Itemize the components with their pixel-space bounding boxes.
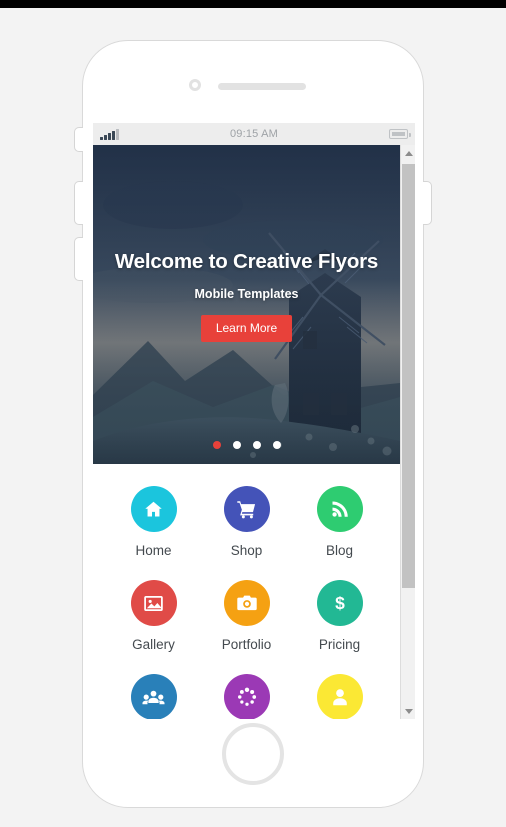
grid-item-portfolio[interactable]: Portfolio [200,580,293,652]
carousel-dot-1[interactable] [212,441,221,449]
grid-item-home[interactable]: Home [107,486,200,558]
grid-item-user[interactable] [293,674,386,719]
power-button[interactable] [423,181,432,225]
grid-item-spinner[interactable] [200,674,293,719]
volume-down-button[interactable] [74,237,83,281]
carousel-dots [93,441,400,449]
grid-label-gallery: Gallery [132,637,175,652]
grid-label-blog: Blog [325,543,354,558]
hero-carousel[interactable]: Welcome to Creative Flyors Mobile Templa… [93,145,400,464]
grid-label-shop: Shop [230,543,263,558]
grid-item-gallery[interactable]: Gallery [107,580,200,652]
phone-device-frame: 09:15 AM Welcome to Creative Flyors Mobi… [74,40,432,808]
grid-label-home: Home [135,543,172,558]
carousel-dot-2[interactable] [232,441,241,449]
hero-subtitle: Mobile Templates [194,287,299,301]
carousel-dot-4[interactable] [272,441,281,449]
house-icon [130,486,177,532]
image-icon [130,580,177,626]
status-bar-clock: 09:15 AM [229,128,279,140]
grid-label-pricing: Pricing [318,637,361,652]
users-group-icon [130,674,177,719]
hero-text-block: Welcome to Creative Flyors Mobile Templa… [93,250,400,342]
svg-text:$: $ [335,593,345,613]
grid-item-shop[interactable]: Shop [200,486,293,558]
dollar-icon: $ [316,580,363,626]
hero-title: Welcome to Creative Flyors [114,250,379,273]
battery-icon [389,129,411,139]
top-black-strip [0,0,506,8]
learn-more-button[interactable]: Learn More [200,315,293,342]
volume-up-button[interactable] [74,181,83,225]
silent-switch-button[interactable] [74,127,83,152]
vertical-scrollbar[interactable] [400,145,415,719]
home-button[interactable] [222,723,284,785]
spinner-dots-icon [223,674,270,719]
grid-item-pricing[interactable]: $ Pricing [293,580,386,652]
carousel-dot-3[interactable] [252,441,261,449]
status-bar: 09:15 AM [93,123,415,145]
scrollbar-thumb[interactable] [402,164,415,588]
user-icon [316,674,363,719]
cart-icon [223,486,270,532]
icon-menu-grid: Home Shop Blog Gallery Portfolio $ Prici… [93,464,400,719]
grid-item-users[interactable] [107,674,200,719]
phone-screen: 09:15 AM Welcome to Creative Flyors Mobi… [93,123,415,719]
scroll-up-arrow-icon[interactable] [401,145,415,161]
scroll-down-arrow-icon[interactable] [401,703,415,719]
front-camera-icon [189,79,201,91]
grid-item-blog[interactable]: Blog [293,486,386,558]
rss-icon [316,486,363,532]
earpiece-speaker-icon [218,83,306,90]
scrollable-content: Welcome to Creative Flyors Mobile Templa… [93,145,415,719]
camera-icon [223,580,270,626]
grid-label-portfolio: Portfolio [221,637,272,652]
